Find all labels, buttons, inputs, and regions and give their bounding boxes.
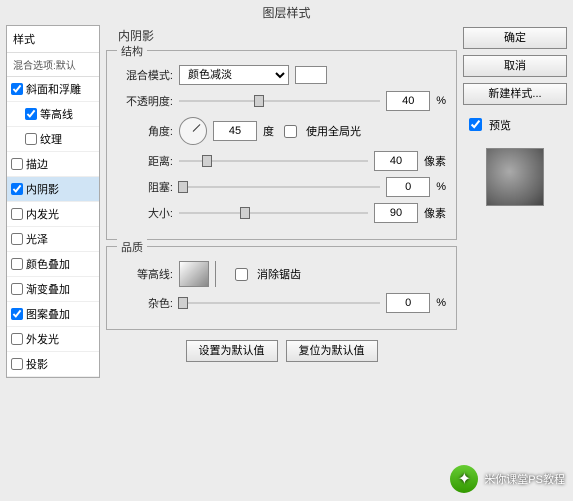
sidebar-checkbox-7[interactable] [11, 258, 23, 270]
structure-legend: 结构 [117, 43, 147, 59]
sidebar-item-4[interactable]: 内阴影 [7, 177, 99, 202]
watermark-text: 米你课堂PS教程 [484, 471, 565, 487]
opacity-slider[interactable] [179, 93, 380, 109]
noise-input[interactable] [386, 293, 430, 313]
noise-unit: % [436, 297, 446, 309]
right-panel: 确定 取消 新建样式... 预览 [463, 25, 567, 378]
distance-label: 距离: [117, 153, 173, 169]
sidebar-item-5[interactable]: 内发光 [7, 202, 99, 227]
angle-dial[interactable] [179, 117, 207, 145]
set-default-button[interactable]: 设置为默认值 [186, 340, 278, 362]
blendmode-select[interactable]: 颜色减淡 [179, 65, 289, 85]
sidebar-checkbox-3[interactable] [11, 158, 23, 170]
sidebar-item-9[interactable]: 图案叠加 [7, 302, 99, 327]
blend-options[interactable]: 混合选项:默认 [7, 53, 99, 77]
sidebar-header: 样式 [7, 26, 99, 53]
size-input[interactable] [374, 203, 418, 223]
contour-picker[interactable] [179, 261, 209, 287]
panel-title: 内阴影 [118, 27, 457, 44]
sidebar-label-7: 颜色叠加 [26, 256, 70, 272]
sidebar-checkbox-0[interactable] [11, 83, 23, 95]
sidebar-checkbox-5[interactable] [11, 208, 23, 220]
contour-dropdown-icon[interactable] [215, 261, 225, 287]
structure-group: 结构 混合模式: 颜色减淡 不透明度: % 角度: 度 使用全局光 [106, 50, 457, 240]
sidebar-label-1: 等高线 [40, 106, 73, 122]
antialias-checkbox[interactable] [235, 268, 248, 281]
sidebar-item-6[interactable]: 光泽 [7, 227, 99, 252]
sidebar-item-10[interactable]: 外发光 [7, 327, 99, 352]
sidebar-checkbox-4[interactable] [11, 183, 23, 195]
styles-sidebar: 样式 混合选项:默认 斜面和浮雕等高线纹理描边内阴影内发光光泽颜色叠加渐变叠加图… [6, 25, 100, 378]
sidebar-item-2[interactable]: 纹理 [7, 127, 99, 152]
angle-label: 角度: [117, 123, 173, 139]
wechat-icon: ✦ [450, 465, 478, 493]
choke-slider[interactable] [179, 179, 380, 195]
preview-thumbnail [486, 148, 544, 206]
size-unit: 像素 [424, 205, 446, 221]
quality-legend: 品质 [117, 239, 147, 255]
distance-slider[interactable] [179, 153, 368, 169]
opacity-label: 不透明度: [117, 93, 173, 109]
sidebar-label-9: 图案叠加 [26, 306, 70, 322]
antialias-label: 消除锯齿 [257, 266, 301, 282]
sidebar-checkbox-11[interactable] [11, 358, 23, 370]
contour-label: 等高线: [117, 266, 173, 282]
angle-unit: 度 [263, 123, 274, 139]
noise-label: 杂色: [117, 295, 173, 311]
sidebar-item-0[interactable]: 斜面和浮雕 [7, 77, 99, 102]
opacity-input[interactable] [386, 91, 430, 111]
sidebar-label-11: 投影 [26, 356, 48, 372]
main-panel: 内阴影 结构 混合模式: 颜色减淡 不透明度: % 角度: 度 使用全局光 [106, 25, 457, 378]
sidebar-checkbox-2[interactable] [25, 133, 37, 145]
global-light-checkbox[interactable] [284, 125, 297, 138]
quality-group: 品质 等高线: 消除锯齿 杂色: % [106, 246, 457, 330]
cancel-button[interactable]: 取消 [463, 55, 567, 77]
watermark: ✦ 米你课堂PS教程 [450, 465, 565, 493]
angle-input[interactable] [213, 121, 257, 141]
new-style-button[interactable]: 新建样式... [463, 83, 567, 105]
sidebar-checkbox-6[interactable] [11, 233, 23, 245]
preview-checkbox[interactable] [469, 118, 482, 131]
sidebar-item-8[interactable]: 渐变叠加 [7, 277, 99, 302]
sidebar-checkbox-1[interactable] [25, 108, 37, 120]
choke-unit: % [436, 181, 446, 193]
sidebar-item-7[interactable]: 颜色叠加 [7, 252, 99, 277]
sidebar-label-2: 纹理 [40, 131, 62, 147]
sidebar-label-4: 内阴影 [26, 181, 59, 197]
size-label: 大小: [117, 205, 173, 221]
distance-input[interactable] [374, 151, 418, 171]
sidebar-label-3: 描边 [26, 156, 48, 172]
choke-input[interactable] [386, 177, 430, 197]
sidebar-label-5: 内发光 [26, 206, 59, 222]
preview-label: 预览 [489, 117, 511, 133]
reset-default-button[interactable]: 复位为默认值 [286, 340, 378, 362]
sidebar-label-0: 斜面和浮雕 [26, 81, 81, 97]
ok-button[interactable]: 确定 [463, 27, 567, 49]
opacity-unit: % [436, 95, 446, 107]
sidebar-checkbox-10[interactable] [11, 333, 23, 345]
sidebar-checkbox-8[interactable] [11, 283, 23, 295]
distance-unit: 像素 [424, 153, 446, 169]
sidebar-label-8: 渐变叠加 [26, 281, 70, 297]
sidebar-checkbox-9[interactable] [11, 308, 23, 320]
sidebar-item-1[interactable]: 等高线 [7, 102, 99, 127]
sidebar-label-6: 光泽 [26, 231, 48, 247]
choke-label: 阻塞: [117, 179, 173, 195]
size-slider[interactable] [179, 205, 368, 221]
sidebar-label-10: 外发光 [26, 331, 59, 347]
sidebar-item-11[interactable]: 投影 [7, 352, 99, 377]
global-light-label: 使用全局光 [306, 123, 361, 139]
noise-slider[interactable] [179, 295, 380, 311]
dialog-title: 图层样式 [0, 0, 573, 25]
sidebar-item-3[interactable]: 描边 [7, 152, 99, 177]
color-swatch[interactable] [295, 66, 327, 84]
blendmode-label: 混合模式: [117, 67, 173, 83]
